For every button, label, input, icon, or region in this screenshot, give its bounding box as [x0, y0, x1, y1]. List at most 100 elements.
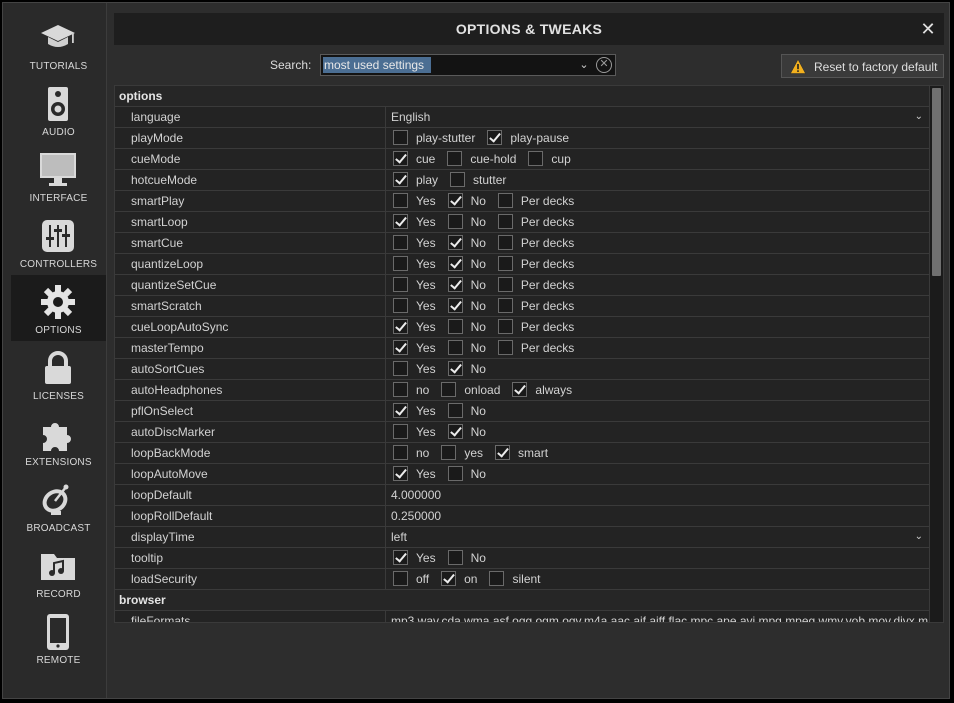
- setting-value[interactable]: mp3,wav,cda,wma,asf,ogg,ogm,ogv,m4a,aac,…: [387, 611, 929, 622]
- checkbox-loopBackMode-no[interactable]: [393, 445, 408, 460]
- checkbox-cueLoopAutoSync-per-decks[interactable]: [497, 319, 513, 334]
- chevron-down-icon[interactable]: ⌄: [915, 107, 923, 127]
- checkbox-playMode-play-pause[interactable]: [487, 130, 503, 145]
- checkbox-cueMode-cue[interactable]: [393, 151, 408, 166]
- sidebar-item-interface[interactable]: INTERFACE: [11, 143, 106, 209]
- checkbox-quantizeSetCue-per-decks[interactable]: [497, 277, 513, 292]
- setting-row-loopAutoMove: loopAutoMove Yes No: [115, 464, 929, 485]
- setting-row-smartScratch: smartScratch Yes No Per decks: [115, 296, 929, 317]
- sidebar-item-options[interactable]: OPTIONS: [11, 275, 106, 341]
- sidebar-item-broadcast[interactable]: BROADCAST: [11, 473, 106, 539]
- sidebar-item-licenses[interactable]: LICENSES: [11, 341, 106, 407]
- checkbox-smartCue-per-decks[interactable]: [497, 235, 513, 250]
- checkbox-smartScratch-no[interactable]: [447, 298, 463, 313]
- setting-name: pflOnSelect: [115, 401, 386, 421]
- sidebar-item-remote[interactable]: REMOTE: [11, 605, 106, 671]
- checkbox-label: Yes: [416, 362, 436, 376]
- checkbox-loadSecurity-silent[interactable]: [489, 571, 505, 586]
- setting-value[interactable]: 4.000000: [387, 485, 929, 505]
- checkbox-loopBackMode-yes[interactable]: [441, 445, 457, 460]
- checkbox-smartPlay-yes[interactable]: [393, 193, 408, 208]
- checkbox-autoHeadphones-no[interactable]: [393, 382, 408, 397]
- checkbox-autoSortCues-yes[interactable]: [393, 361, 408, 376]
- checkbox-tooltip-no[interactable]: [447, 550, 463, 565]
- option: No: [446, 191, 494, 211]
- checkbox-cueMode-cue-hold[interactable]: [447, 151, 463, 166]
- setting-value[interactable]: left ⌄: [387, 527, 929, 547]
- option: Yes: [391, 233, 444, 253]
- scrollbar-thumb[interactable]: [932, 88, 941, 276]
- checkbox-smartScratch-yes[interactable]: [393, 298, 408, 313]
- checkbox-loadSecurity-on[interactable]: [441, 571, 457, 586]
- checkbox-loopAutoMove-yes[interactable]: [393, 466, 408, 481]
- checkbox-autoHeadphones-always[interactable]: [512, 382, 528, 397]
- checkbox-playMode-play-stutter[interactable]: [393, 130, 408, 145]
- checkbox-loopBackMode-smart[interactable]: [495, 445, 511, 460]
- checkbox-quantizeSetCue-yes[interactable]: [393, 277, 408, 292]
- reset-factory-default-button[interactable]: Reset to factory default: [781, 54, 944, 78]
- section-header-browser[interactable]: browser: [115, 590, 929, 611]
- search-input[interactable]: [323, 57, 431, 73]
- checkbox-autoSortCues-no[interactable]: [447, 361, 463, 376]
- setting-value[interactable]: English ⌄: [387, 107, 929, 127]
- checkbox-masterTempo-no[interactable]: [447, 340, 463, 355]
- setting-name: playMode: [115, 128, 386, 148]
- checkbox-quantizeLoop-yes[interactable]: [393, 256, 408, 271]
- checkbox-label: cue: [416, 152, 436, 166]
- checkbox-autoDiscMarker-no[interactable]: [447, 424, 463, 439]
- checkbox-smartLoop-per-decks[interactable]: [497, 214, 513, 229]
- checkbox-smartCue-yes[interactable]: [393, 235, 408, 250]
- checkbox-tooltip-yes[interactable]: [393, 550, 408, 565]
- gear-icon: [38, 283, 78, 321]
- sidebar-item-extensions[interactable]: EXTENSIONS: [11, 407, 106, 473]
- checkbox-autoDiscMarker-yes[interactable]: [393, 424, 408, 439]
- checkbox-quantizeSetCue-no[interactable]: [447, 277, 463, 292]
- scrollbar[interactable]: [929, 86, 943, 622]
- setting-value-text: left: [391, 530, 408, 544]
- sidebar-item-label: CONTROLLERS: [19, 259, 98, 270]
- checkbox-masterTempo-yes[interactable]: [393, 340, 408, 355]
- sidebar-item-audio[interactable]: AUDIO: [11, 77, 106, 143]
- checkbox-smartPlay-no[interactable]: [447, 193, 463, 208]
- option: no: [391, 443, 437, 463]
- option: Yes: [391, 464, 444, 484]
- checkbox-hotcueMode-play[interactable]: [393, 172, 408, 187]
- checkbox-label: No: [470, 341, 486, 355]
- checkbox-smartLoop-no[interactable]: [447, 214, 463, 229]
- setting-value[interactable]: 0.250000: [387, 506, 929, 526]
- setting-value-text: 4.000000: [391, 488, 442, 502]
- option: Yes: [391, 359, 444, 379]
- sidebar-item-record[interactable]: RECORD: [11, 539, 106, 605]
- close-icon[interactable]: ✕: [919, 20, 937, 38]
- checkbox-loopAutoMove-no[interactable]: [447, 466, 463, 481]
- checkbox-cueLoopAutoSync-no[interactable]: [447, 319, 463, 334]
- search-box[interactable]: ⌄ ✕: [320, 54, 616, 76]
- checkbox-cueMode-cup[interactable]: [528, 151, 544, 166]
- checkbox-pflOnSelect-no[interactable]: [447, 403, 463, 418]
- setting-value: Yes No Per decks: [387, 317, 929, 337]
- checkbox-quantizeLoop-per-decks[interactable]: [497, 256, 513, 271]
- sidebar-item-label: RECORD: [36, 589, 81, 600]
- clear-search-icon[interactable]: ✕: [596, 57, 612, 73]
- checkbox-hotcueMode-stutter[interactable]: [450, 172, 466, 187]
- option: No: [446, 359, 494, 379]
- checkbox-label: No: [470, 425, 486, 439]
- setting-row-smartPlay: smartPlay Yes No Per decks: [115, 191, 929, 212]
- chevron-down-icon[interactable]: ⌄: [915, 527, 923, 547]
- sidebar-item-tutorials[interactable]: TUTORIALS: [11, 11, 106, 77]
- checkbox-cueLoopAutoSync-yes[interactable]: [393, 319, 408, 334]
- checkbox-pflOnSelect-yes[interactable]: [393, 403, 408, 418]
- checkbox-quantizeLoop-no[interactable]: [447, 256, 463, 271]
- checkbox-autoHeadphones-onload[interactable]: [441, 382, 457, 397]
- setting-value: Yes No: [387, 401, 929, 421]
- checkbox-smartLoop-yes[interactable]: [393, 214, 408, 229]
- chevron-down-icon[interactable]: ⌄: [577, 58, 591, 72]
- sidebar-item-controllers[interactable]: CONTROLLERS: [11, 209, 106, 275]
- section-header-options[interactable]: options: [115, 86, 929, 107]
- checkbox-smartPlay-per-decks[interactable]: [497, 193, 513, 208]
- checkbox-masterTempo-per-decks[interactable]: [497, 340, 513, 355]
- checkbox-smartCue-no[interactable]: [447, 235, 463, 250]
- checkbox-loadSecurity-off[interactable]: [393, 571, 408, 586]
- checkbox-smartScratch-per-decks[interactable]: [497, 298, 513, 313]
- setting-row-cueMode: cueMode cue cue-hold cup: [115, 149, 929, 170]
